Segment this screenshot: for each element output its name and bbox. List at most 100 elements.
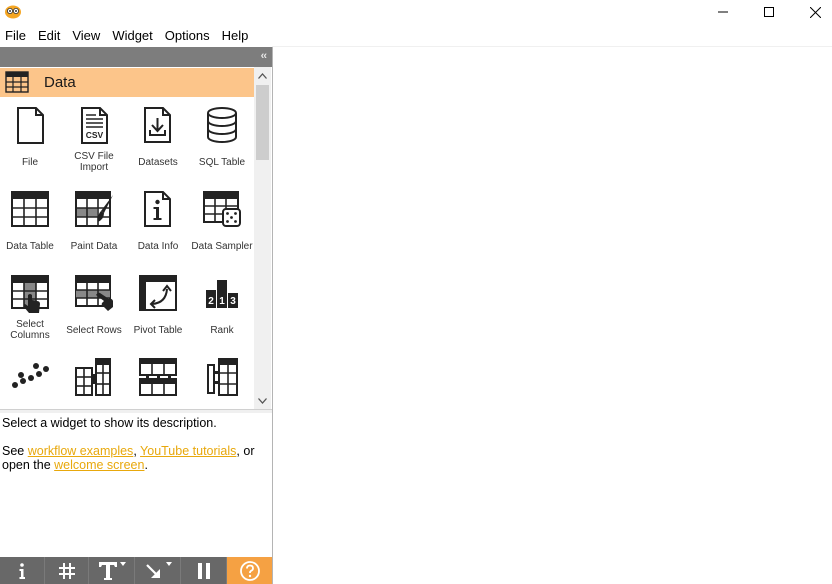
title-bar [0, 0, 832, 24]
app-logo-icon [5, 5, 21, 19]
merge-columns-icon [75, 358, 111, 396]
grid-icon [58, 562, 75, 579]
info-icon [19, 562, 25, 579]
widget-select-rows[interactable]: Select Rows [62, 265, 126, 349]
widget-scatter[interactable] [0, 349, 62, 409]
widget-pivot-table[interactable]: Pivot Table [126, 265, 190, 349]
svg-text:CSV: CSV [86, 130, 104, 140]
table-icon [5, 71, 29, 93]
pause-icon [197, 562, 210, 579]
widget-concatenate[interactable] [126, 349, 190, 409]
help-icon [239, 560, 260, 581]
arrow-icon [145, 561, 172, 578]
menu-help[interactable]: Help [216, 26, 255, 46]
data-info-icon [144, 191, 171, 227]
widget-paint-data[interactable]: Paint Data [62, 181, 126, 265]
widget-label: Datasets [138, 156, 178, 168]
pivot-table-icon [139, 275, 177, 311]
widget-split-table[interactable] [190, 349, 254, 409]
scroll-down-button[interactable] [254, 392, 271, 409]
scatter-dots-icon [12, 363, 49, 388]
widget-csv-file-import[interactable]: CSV CSV File Import [62, 97, 126, 181]
widget-data-table[interactable]: Data Table [0, 181, 62, 265]
menu-bar: File Edit View Widget Options Help [0, 26, 254, 46]
chevron-up-icon [258, 72, 267, 79]
data-sampler-icon [203, 191, 241, 227]
widget-dock: ‹‹ Data File CSV CSV File Import Dataset… [0, 47, 273, 584]
widget-label: CSV File Import [74, 151, 114, 173]
dock-header: ‹‹ [0, 47, 272, 67]
widget-file[interactable]: File [0, 97, 62, 181]
menu-widget[interactable]: Widget [106, 26, 158, 46]
collapse-icon[interactable]: ‹‹ [261, 50, 267, 62]
widget-label: Rank [210, 324, 234, 336]
category-data[interactable]: Data [0, 68, 254, 97]
youtube-tutorials-link[interactable]: YouTube tutorials [140, 444, 236, 458]
chevron-down-icon [258, 397, 267, 404]
close-icon [809, 6, 821, 18]
widget-data-sampler[interactable]: Data Sampler [190, 181, 254, 265]
concatenate-icon [139, 358, 177, 396]
category-label: Data [44, 74, 76, 91]
widget-label: Data Table [6, 240, 54, 252]
widget-label: File [21, 156, 39, 168]
see-text: See [2, 444, 28, 458]
scroll-up-button[interactable] [254, 67, 271, 84]
arrow-annotation-button[interactable] [135, 557, 181, 584]
close-button[interactable] [792, 0, 832, 24]
info-button[interactable] [0, 557, 45, 584]
menu-view[interactable]: View [66, 26, 106, 46]
csv-file-icon: CSV [81, 107, 108, 144]
toolbox-scrollbar[interactable] [254, 67, 271, 409]
maximize-button[interactable] [746, 0, 792, 24]
widget-label: Select Columns [10, 319, 50, 341]
description-line: Select a widget to show its description. [2, 416, 217, 430]
split-table-icon [207, 358, 238, 396]
widget-label: Data Info [137, 240, 179, 252]
select-columns-icon [11, 275, 49, 313]
paint-data-icon [75, 191, 113, 227]
data-table-icon [11, 191, 49, 227]
widget-description-panel: Select a widget to show its description.… [0, 413, 272, 557]
text-annotation-button[interactable] [89, 557, 135, 584]
svg-text:1: 1 [219, 296, 225, 307]
widget-sql-table[interactable]: SQL Table [190, 97, 254, 181]
svg-text:3: 3 [230, 296, 236, 307]
bottom-toolbar [0, 557, 272, 584]
welcome-screen-link[interactable]: welcome screen [54, 458, 144, 472]
widget-select-columns[interactable]: Select Columns [0, 265, 62, 349]
maximize-icon [764, 7, 774, 17]
pause-button[interactable] [181, 557, 227, 584]
datasets-icon [144, 107, 171, 143]
file-icon [17, 107, 44, 144]
description-text: Select a widget to show its description. [2, 416, 270, 430]
menu-edit[interactable]: Edit [32, 26, 66, 46]
select-rows-icon [75, 275, 113, 311]
widget-rank[interactable]: 2 1 3 Rank [190, 265, 254, 349]
widget-label: Pivot Table [133, 324, 183, 336]
scroll-thumb[interactable] [256, 85, 269, 160]
menu-options[interactable]: Options [159, 26, 216, 46]
widget-data-info[interactable]: Data Info [126, 181, 190, 265]
workflow-examples-link[interactable]: workflow examples [28, 444, 134, 458]
period-text: . [144, 458, 148, 472]
widget-label: SQL Table [198, 156, 246, 168]
widget-merge-columns[interactable] [62, 349, 126, 409]
canvas-divider [272, 46, 832, 47]
database-icon [207, 107, 237, 143]
svg-text:2: 2 [208, 296, 214, 307]
widget-label: Select Rows [66, 324, 122, 336]
or-text: , or [236, 444, 255, 458]
rank-icon: 2 1 3 [206, 280, 238, 308]
help-links-text: See workflow examples, YouTube tutorials… [2, 444, 270, 472]
text-icon [98, 561, 126, 580]
open-text: open the [2, 458, 55, 472]
minimize-button[interactable] [700, 0, 746, 24]
grid-button[interactable] [45, 557, 89, 584]
minimize-icon [718, 11, 728, 13]
widget-datasets[interactable]: Datasets [126, 97, 190, 181]
menu-file[interactable]: File [0, 26, 32, 46]
widget-toolbox: Data File CSV CSV File Import Datasets S… [0, 67, 272, 409]
widget-label: Paint Data [70, 240, 118, 252]
help-button[interactable] [227, 557, 272, 584]
